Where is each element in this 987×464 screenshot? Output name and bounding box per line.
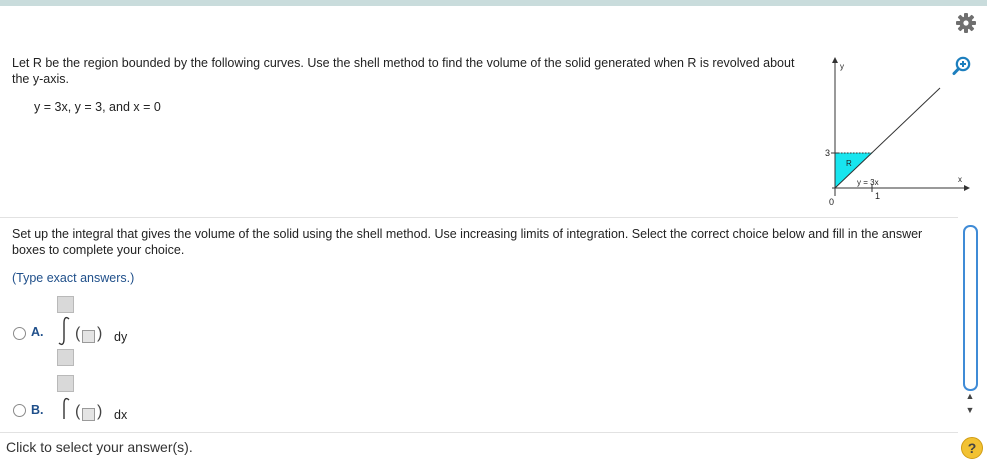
option-b-label[interactable]: B. bbox=[31, 403, 44, 417]
origin-label: 0 bbox=[829, 197, 834, 207]
close-paren: ) bbox=[97, 403, 103, 420]
answer-hint: (Type exact answers.) bbox=[12, 271, 135, 285]
tick-label-x-1: 1 bbox=[875, 191, 880, 201]
option-a-upper-limit-box[interactable] bbox=[57, 296, 74, 313]
option-a-integrand-box[interactable] bbox=[82, 330, 95, 343]
help-icon[interactable]: ? bbox=[961, 437, 983, 459]
tick-label-y-3: 3 bbox=[825, 148, 830, 158]
option-a-label[interactable]: A. bbox=[31, 325, 44, 339]
option-b-differential: dx bbox=[114, 408, 128, 422]
instructions: Set up the integral that gives the volum… bbox=[12, 227, 923, 257]
option-a-differential: dy bbox=[114, 330, 128, 344]
section-divider bbox=[0, 217, 958, 218]
open-paren: ( bbox=[75, 325, 81, 342]
scroll-up-icon[interactable]: ▲ bbox=[964, 390, 976, 402]
option-a-radio[interactable] bbox=[13, 327, 26, 340]
top-bar bbox=[0, 0, 987, 6]
scroll-down-icon[interactable]: ▼ bbox=[964, 404, 976, 416]
x-axis-label: x bbox=[958, 175, 962, 184]
curve-label: y = 3x bbox=[857, 178, 879, 187]
curve-equations: y = 3x, y = 3, and x = 0 bbox=[34, 100, 161, 114]
footer-divider bbox=[0, 432, 958, 433]
y-axis-label: y bbox=[840, 62, 844, 71]
option-b-integrand-box[interactable] bbox=[82, 408, 95, 421]
region-label: R bbox=[846, 159, 852, 168]
option-b-upper-limit-box[interactable] bbox=[57, 375, 74, 392]
status-text: Click to select your answer(s). bbox=[6, 439, 193, 455]
gear-icon[interactable] bbox=[956, 13, 976, 33]
open-paren: ( bbox=[75, 403, 81, 420]
option-b-radio[interactable] bbox=[13, 404, 26, 417]
close-paren: ) bbox=[97, 325, 103, 342]
integral-sign-icon bbox=[58, 316, 70, 346]
region-graph: y x 3 0 1 R y = 3x bbox=[825, 57, 970, 207]
integral-sign-icon bbox=[63, 397, 70, 419]
curve-line bbox=[834, 87, 941, 189]
option-a-lower-limit-box[interactable] bbox=[57, 349, 74, 366]
problem-statement: Let R be the region bounded by the follo… bbox=[12, 56, 795, 86]
scrollbar-thumb[interactable] bbox=[963, 225, 978, 391]
